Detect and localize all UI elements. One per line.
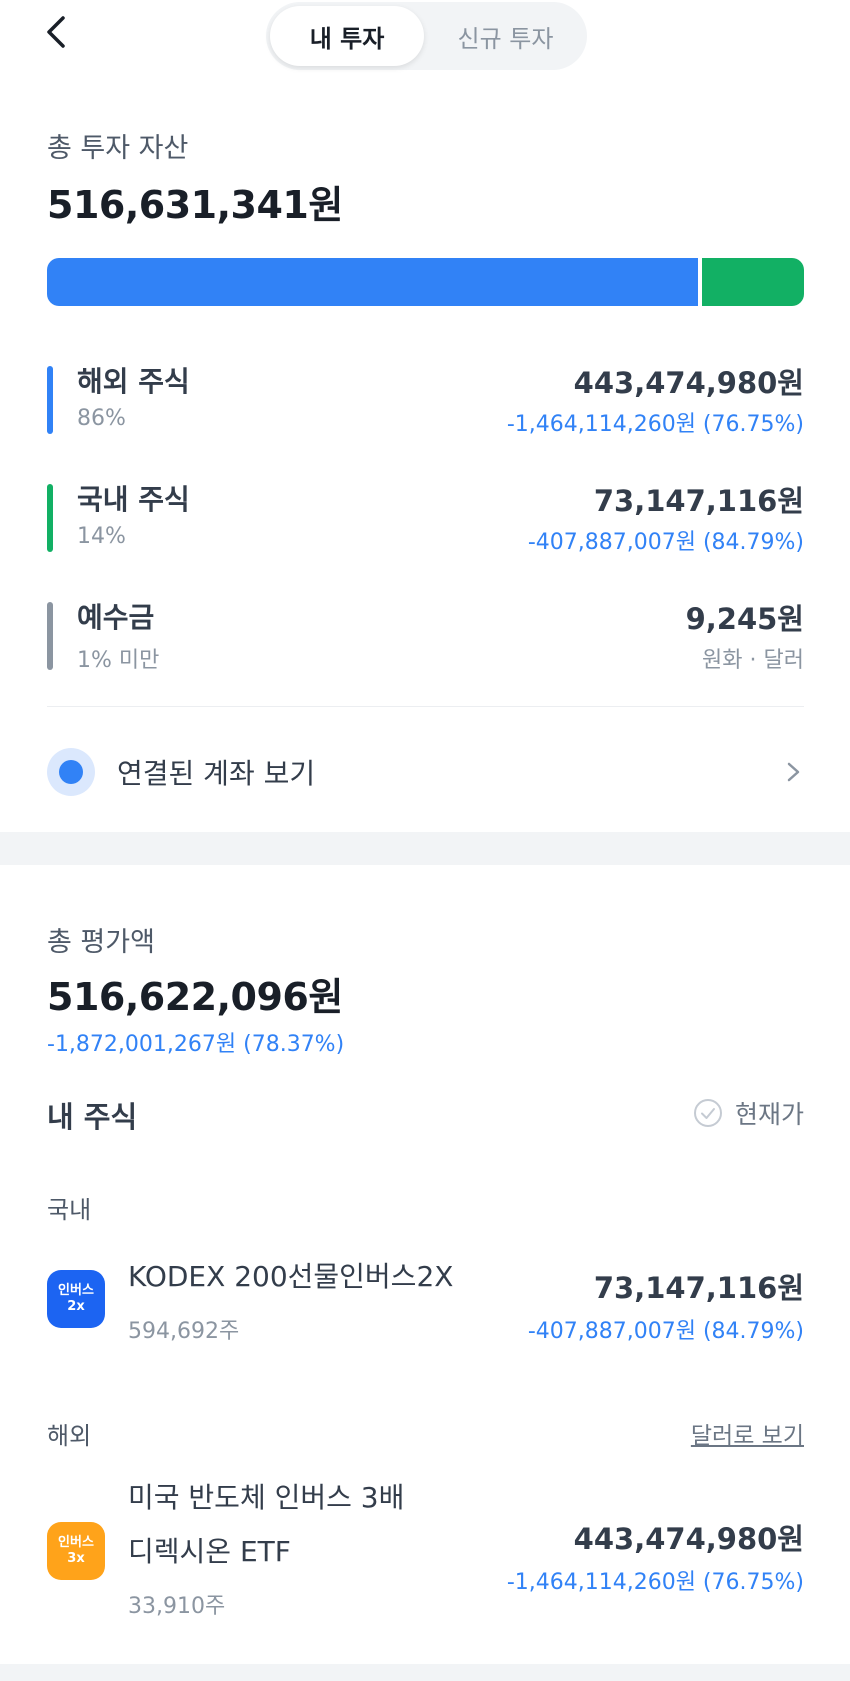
stock-logo-leverage: 2x [67, 1299, 85, 1314]
current-price-toggle[interactable]: 현재가 [693, 1096, 804, 1130]
tab-my-investments[interactable]: 내 투자 [270, 6, 424, 66]
category-amount: 73,147,116원 [593, 484, 804, 518]
category-name: 예수금 [77, 601, 155, 634]
total-assets-label: 총 투자 자산 [47, 133, 189, 164]
chevron-right-icon [787, 762, 800, 782]
allocation-bar-overseas [47, 258, 699, 306]
evaluation-amount: 516,622,096원 [47, 975, 343, 1019]
linked-accounts-label: 연결된 계좌 보기 [117, 757, 316, 790]
category-change: -407,887,007원 (84.79%) [527, 530, 804, 555]
chevron-left-icon [47, 16, 65, 48]
stock-quantity: 594,692주 [128, 1319, 240, 1344]
stock-logo-text: 인버스 [58, 1283, 94, 1298]
category-currency-note: 원화 · 달러 [702, 648, 804, 673]
stock-amount: 443,474,980원 [573, 1522, 804, 1556]
stock-amount: 73,147,116원 [593, 1271, 804, 1305]
bottom-separator [0, 1664, 850, 1681]
tab-new-investments[interactable]: 신규 투자 [428, 6, 583, 66]
category-color-stripe [47, 602, 53, 670]
category-amount: 9,245원 [685, 602, 804, 636]
category-percent: 1% 미만 [77, 648, 160, 673]
domestic-section-label: 국내 [47, 1196, 92, 1224]
category-color-stripe [47, 484, 53, 552]
stock-row-semiconductor-inverse[interactable]: 인버스 3x 미국 반도체 인버스 3배 디렉시온 ETF 33,910주 44… [0, 1481, 850, 1624]
stock-name-line2: 디렉시온 ETF [128, 1535, 291, 1568]
allocation-bar-domestic [702, 258, 804, 306]
category-change: -1,464,114,260원 (76.75%) [506, 412, 804, 437]
category-color-stripe [47, 366, 53, 434]
evaluation-label: 총 평가액 [47, 927, 155, 958]
stock-logo-icon: 인버스 3x [47, 1522, 105, 1580]
stock-quantity: 33,910주 [128, 1594, 226, 1619]
my-stocks-title: 내 주식 [47, 1100, 138, 1134]
stock-change: -407,887,007원 (84.79%) [527, 1319, 804, 1344]
stock-row-kodex[interactable]: 인버스 2x KODEX 200선물인버스2X 594,692주 73,147,… [0, 1255, 850, 1355]
category-row-deposit[interactable]: 예수금 1% 미만 9,245원 원화 · 달러 [47, 596, 804, 696]
stock-logo-leverage: 3x [67, 1551, 85, 1566]
category-row-overseas[interactable]: 해외 주식 86% 443,474,980원 -1,464,114,260원 (… [47, 360, 804, 460]
top-header: 내 투자 신규 투자 [0, 0, 850, 72]
stock-name: KODEX 200선물인버스2X [128, 1260, 454, 1293]
linked-accounts-button[interactable]: 연결된 계좌 보기 [47, 744, 804, 800]
check-circle-icon [693, 1099, 722, 1127]
allocation-bar [47, 258, 804, 306]
total-assets-amount: 516,631,341원 [47, 183, 343, 227]
overseas-section-label: 해외 [47, 1422, 92, 1450]
stock-logo-text: 인버스 [58, 1535, 94, 1550]
section-separator [0, 832, 850, 865]
stock-logo-icon: 인버스 2x [47, 1270, 105, 1328]
stock-name-line1: 미국 반도체 인버스 3배 [128, 1481, 405, 1514]
current-price-label: 현재가 [734, 1100, 804, 1129]
radio-dot-icon [47, 748, 95, 796]
category-row-domestic[interactable]: 국내 주식 14% 73,147,116원 -407,887,007원 (84.… [47, 478, 804, 578]
tab-switcher: 내 투자 신규 투자 [266, 2, 587, 70]
category-percent: 14% [77, 524, 126, 549]
view-in-dollars-link[interactable]: 달러로 보기 [691, 1416, 804, 1450]
stock-change: -1,464,114,260원 (76.75%) [506, 1570, 804, 1595]
category-name: 해외 주식 [77, 365, 190, 398]
category-amount: 443,474,980원 [573, 366, 804, 400]
category-name: 국내 주식 [77, 483, 190, 516]
divider [47, 706, 804, 707]
evaluation-change: -1,872,001,267원 (78.37%) [47, 1032, 345, 1057]
category-percent: 86% [77, 406, 126, 431]
back-button[interactable] [36, 10, 76, 54]
